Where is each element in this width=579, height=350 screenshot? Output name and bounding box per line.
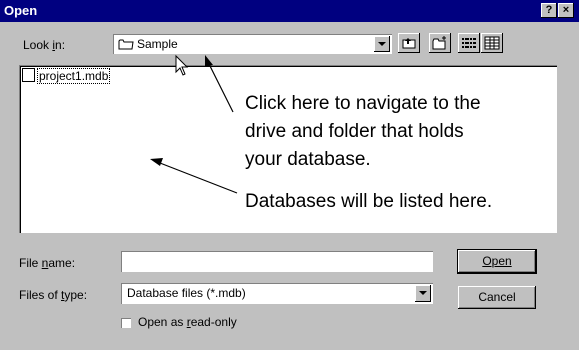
navigate-annotation-line: Click here to navigate to the [245,93,481,114]
folder-icon [118,38,134,53]
readonly-label[interactable]: Open as read-only [138,315,237,329]
up-one-level-icon [398,38,420,56]
up-one-level-button[interactable] [398,33,420,53]
filetype-select[interactable]: Database files (*.mdb) [121,283,433,304]
open-button[interactable]: Open [457,249,537,274]
filetype-label: Files of type: [19,288,88,302]
file-name: project1.mdb [37,68,111,84]
listed-annotation: Databases will be listed here. [245,191,493,212]
new-folder-icon [429,36,451,56]
lookin-label: Look in: [23,38,66,52]
navigate-annotation-line: your database. [245,149,371,170]
filename-input[interactable] [121,251,433,272]
navigate-annotation-line: drive and folder that holds [245,121,464,142]
details-view-button[interactable] [481,33,503,53]
cancel-button[interactable]: Cancel [458,286,536,309]
navigate-annotation: Click here to navigate to the drive and … [245,90,481,174]
lookin-dropdown-button[interactable] [374,36,390,52]
list-view-icon [458,38,480,56]
window-title: Open [4,3,38,18]
help-button[interactable]: ? [541,3,557,18]
open-button-label: Open [482,254,512,268]
database-file-icon [22,68,35,82]
readonly-checkbox[interactable] [121,318,131,328]
details-view-icon [481,36,503,56]
filetype-dropdown-button[interactable] [415,285,431,302]
lookin-value: Sample [137,37,178,51]
lookin-combo[interactable]: Sample [113,34,392,54]
close-button[interactable]: × [558,3,574,18]
filetype-value: Database files (*.mdb) [127,286,246,300]
title-bar: Open ? × [0,0,579,22]
list-view-button[interactable] [458,33,480,53]
new-folder-button[interactable] [429,33,451,53]
list-item[interactable]: project1.mdb [22,68,111,84]
filename-label: File name: [19,256,76,270]
